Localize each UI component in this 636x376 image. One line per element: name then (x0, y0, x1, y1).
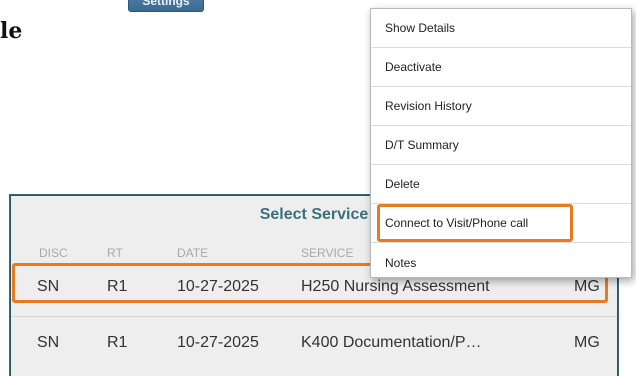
menu-item-revision-history[interactable]: Revision History (371, 87, 631, 126)
page-title: le (0, 18, 23, 44)
cell-date: 10-27-2025 (177, 334, 259, 351)
menu-item-dt-summary[interactable]: D/T Summary (371, 126, 631, 165)
menu-item-notes[interactable]: Notes (371, 243, 631, 282)
menu-highlight-callout (377, 204, 573, 242)
cell-user: MG (574, 334, 600, 351)
cell-service: K400 Documentation/P… (301, 334, 482, 351)
table-row[interactable]: SN R1 10-27-2025 K400 Documentation/P… M… (11, 324, 617, 364)
menu-item-deactivate[interactable]: Deactivate (371, 48, 631, 87)
column-header-rt: RT (107, 246, 123, 260)
menu-item-delete[interactable]: Delete (371, 165, 631, 204)
row-divider (11, 316, 617, 317)
column-header-date: DATE (177, 246, 209, 260)
settings-button[interactable]: Settings (128, 0, 204, 12)
cell-disc: SN (37, 334, 60, 351)
column-header-disc: DISC (39, 246, 68, 260)
menu-item-show-details[interactable]: Show Details (371, 9, 631, 48)
column-header-service: SERVICE (301, 246, 354, 260)
cell-rt: R1 (107, 334, 128, 351)
